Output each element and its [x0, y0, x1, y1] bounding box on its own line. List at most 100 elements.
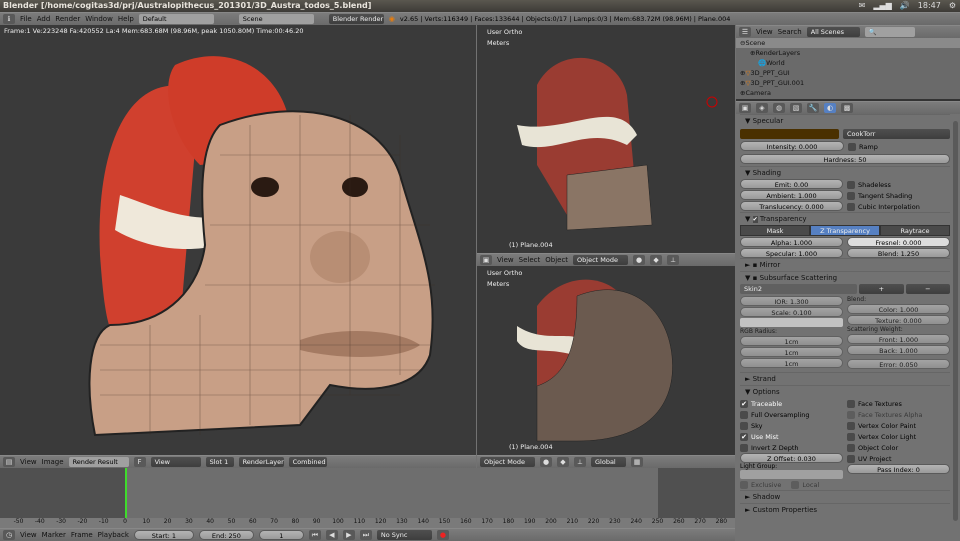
outliner-item-camera[interactable]: ⊕ Camera — [736, 88, 960, 98]
object-color-checkbox[interactable]: Object Color — [847, 442, 950, 453]
tangent-shading-checkbox[interactable]: Tangent Shading — [847, 190, 950, 201]
outliner-item-3d-ppt-gui[interactable]: ⊕ ▽ 3D_PPT_GUI — [736, 68, 960, 78]
editor-type-button[interactable]: ▤ — [3, 457, 15, 467]
editor-type-button[interactable]: ▣ — [480, 255, 492, 265]
ramp-checkbox[interactable]: Ramp — [848, 141, 950, 152]
image-editor-render[interactable]: Frame:1 Ve:223248 Fa:420552 La:4 Mem:683… — [0, 25, 476, 455]
menu-frame[interactable]: Frame — [71, 531, 93, 539]
translucency-field[interactable]: Translucency: 0.000 — [740, 201, 843, 211]
properties-scrollbar[interactable] — [953, 121, 958, 521]
display-mode-select[interactable]: All Scenes — [806, 27, 860, 37]
timeline[interactable]: -50 -40 -30 -20 -10 0 10 20 30 40 50 60 70 80 90 100 110… — [0, 468, 735, 528]
menu-file[interactable]: File — [20, 15, 32, 23]
volume-icon[interactable]: 🔊 — [900, 0, 910, 12]
radius-g-field[interactable]: 1cm — [740, 347, 843, 357]
search-input[interactable]: 🔍 — [864, 27, 915, 37]
vertex-color-light-checkbox[interactable]: Vertex Color Light — [847, 431, 950, 442]
menu-window[interactable]: Window — [85, 15, 113, 23]
specular-panel-header[interactable]: ▼ Specular — [740, 114, 950, 127]
menu-image[interactable]: Image — [42, 458, 64, 466]
add-preset-button[interactable]: + — [859, 284, 904, 294]
intensity-field[interactable]: Intensity: 0.000 — [740, 141, 844, 151]
face-textures-alpha-checkbox[interactable]: Face Textures Alpha — [847, 409, 950, 420]
back-field[interactable]: Back: 1.000 — [847, 345, 950, 355]
radius-b-field[interactable]: 1cm — [740, 358, 843, 368]
object-tab-icon[interactable]: ▧ — [790, 103, 802, 113]
gear-icon[interactable]: ⚙ — [949, 0, 956, 12]
sss-preset-select[interactable]: Skin2 — [740, 284, 858, 294]
pass-index-field[interactable]: Pass Index: 0 — [847, 464, 950, 474]
scene-tab-icon[interactable]: ◈ — [756, 103, 768, 113]
light-group-input[interactable] — [740, 470, 843, 479]
editor-type-button[interactable]: ☰ — [739, 27, 751, 37]
sss-color-swatch[interactable] — [740, 318, 843, 327]
render-pass-select[interactable]: Combined — [288, 457, 327, 467]
emit-field[interactable]: Emit: 0.00 — [740, 179, 843, 189]
outliner-item-scene[interactable]: ⊖ Scene — [736, 38, 960, 48]
specular-color-swatch[interactable] — [740, 129, 839, 139]
invert-z-depth-checkbox[interactable]: Invert Z Depth — [740, 442, 843, 453]
strand-panel-header[interactable]: ► Strand — [740, 372, 950, 385]
screen-layout-select[interactable]: Default — [138, 14, 214, 24]
use-mist-checkbox[interactable]: ✔ Use Mist — [740, 431, 843, 442]
specular-shader-select[interactable]: CookTorr — [843, 129, 950, 139]
record-icon[interactable]: ● — [436, 530, 449, 540]
z-offset-field[interactable]: Z Offset: 0.030 — [740, 453, 843, 463]
alpha-field[interactable]: Alpha: 1.000 — [740, 237, 843, 247]
editor-type-button[interactable]: ℹ — [3, 14, 15, 24]
mail-icon[interactable]: ✉ — [859, 0, 866, 12]
menu-playback[interactable]: Playback — [98, 531, 129, 539]
shadeless-checkbox[interactable]: Shadeless — [847, 179, 950, 190]
clock[interactable]: 18:47 — [918, 0, 941, 12]
manipulator-icon[interactable]: ⟂ — [574, 457, 586, 467]
shading-icon[interactable]: ● — [540, 457, 552, 467]
play-reverse-icon[interactable]: ◀ — [325, 530, 338, 540]
texture-tab-icon[interactable]: ▩ — [841, 103, 853, 113]
scale-field[interactable]: Scale: 0.100 — [740, 307, 843, 317]
remove-preset-button[interactable]: − — [905, 284, 951, 294]
world-tab-icon[interactable]: ◍ — [773, 103, 785, 113]
render-layer-select[interactable]: RenderLayer — [238, 457, 284, 467]
blend-field[interactable]: Blend: 1.250 — [847, 248, 950, 258]
shading-icon[interactable]: ● — [633, 255, 646, 265]
fake-user-button[interactable]: F — [133, 457, 146, 467]
outliner-item-renderlayers[interactable]: ⊕ RenderLayers — [736, 48, 960, 58]
ambient-field[interactable]: Ambient: 1.000 — [740, 190, 843, 200]
layers-icon[interactable]: ▦ — [631, 457, 643, 467]
ior-field[interactable]: IOR: 1.300 — [740, 296, 843, 306]
traceable-checkbox[interactable]: ✔ Traceable — [740, 398, 843, 409]
z-transparency-mode-button[interactable]: Z Transparency — [810, 225, 880, 236]
menu-add[interactable]: Add — [37, 15, 51, 23]
mode-select[interactable]: Object Mode — [480, 457, 535, 467]
end-frame-field[interactable]: End: 250 — [198, 530, 254, 540]
local-checkbox[interactable]: Local — [791, 479, 819, 490]
play-icon[interactable]: ▶ — [342, 530, 355, 540]
menu-view[interactable]: View — [20, 531, 37, 539]
custom-properties-panel-header[interactable]: ► Custom Properties — [740, 503, 950, 516]
menu-view[interactable]: View — [20, 458, 37, 466]
options-panel-header[interactable]: ▼ Options — [740, 385, 950, 398]
error-field[interactable]: Error: 0.050 — [847, 359, 950, 369]
jump-end-icon[interactable]: ⏭ — [359, 530, 372, 540]
sky-checkbox[interactable]: Sky — [740, 420, 843, 431]
outliner-item-world[interactable]: 🌐 World — [736, 58, 960, 68]
hardness-field[interactable]: Hardness: 50 — [740, 154, 950, 164]
mirror-panel-header[interactable]: ► ▪ Mirror — [740, 258, 950, 271]
menu-view[interactable]: View — [497, 256, 514, 264]
render-engine-select[interactable]: Blender Render — [328, 14, 384, 24]
render-tab-icon[interactable]: ▣ — [739, 103, 751, 113]
transparency-specular-field[interactable]: Specular: 1.000 — [740, 248, 843, 258]
menu-marker[interactable]: Marker — [42, 531, 66, 539]
cubic-interpolation-checkbox[interactable]: Cubic Interpolation — [847, 201, 950, 212]
sss-panel-header[interactable]: ▼ ▪ Subsurface Scattering — [740, 271, 950, 284]
sync-select[interactable]: No Sync — [376, 530, 432, 540]
orientation-select[interactable]: Global — [591, 457, 626, 467]
fresnel-field[interactable]: Fresnel: 0.000 — [847, 237, 950, 247]
scene-select[interactable]: Scene — [238, 14, 314, 24]
pivot-icon[interactable]: ◆ — [650, 255, 663, 265]
shading-panel-header[interactable]: ▼ Shading — [740, 166, 950, 179]
mask-mode-button[interactable]: Mask — [740, 225, 810, 236]
current-frame-field[interactable]: 1 — [258, 530, 304, 540]
menu-render[interactable]: Render — [55, 15, 80, 23]
full-oversampling-checkbox[interactable]: Full Oversampling — [740, 409, 843, 420]
